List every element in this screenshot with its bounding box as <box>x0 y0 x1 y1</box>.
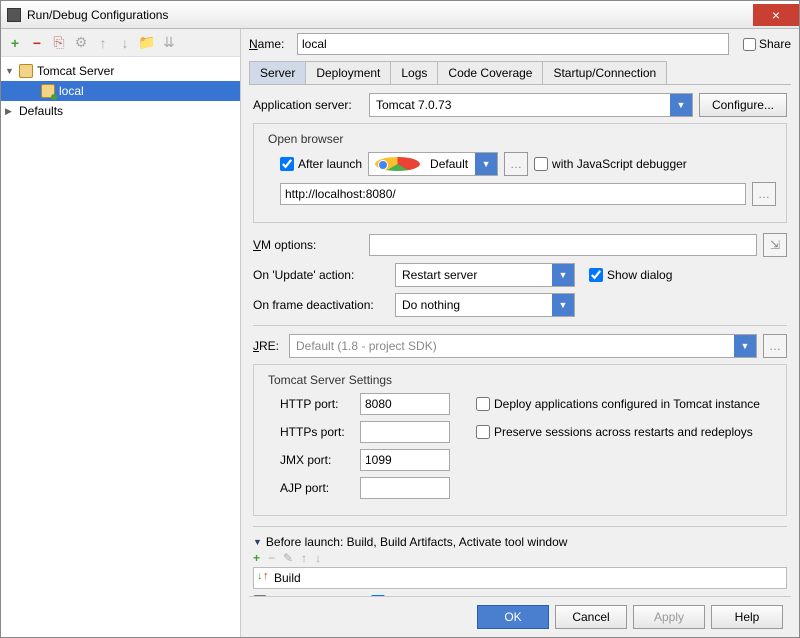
tab-code-coverage[interactable]: Code Coverage <box>437 61 543 84</box>
expand-button[interactable]: ⇲ <box>763 233 787 257</box>
chevron-down-icon[interactable]: ▼ <box>475 153 497 175</box>
dialog-footer: OK Cancel Apply Help <box>249 596 791 637</box>
on-update-select[interactable]: Restart server ▼ <box>395 263 575 287</box>
configure-button[interactable]: Configure... <box>699 93 787 117</box>
browse-button[interactable]: … <box>763 334 787 358</box>
ajp-port-label: AJP port: <box>280 481 354 495</box>
tree-label: Defaults <box>19 104 63 118</box>
copy-icon[interactable]: ⎘ <box>51 35 67 51</box>
on-frame-label: On frame deactivation: <box>253 298 389 312</box>
before-launch-header[interactable]: ▼ Before launch: Build, Build Artifacts,… <box>253 535 787 549</box>
add-icon[interactable]: + <box>7 35 23 51</box>
tab-logs[interactable]: Logs <box>390 61 438 84</box>
collapse-icon[interactable]: ⇊ <box>161 35 177 51</box>
js-debugger-checkbox[interactable]: with JavaScript debugger <box>534 157 687 171</box>
tab-server[interactable]: Server <box>249 61 306 84</box>
titlebar: Run/Debug Configurations × <box>1 1 799 29</box>
chevron-down-icon[interactable]: ▼ <box>5 66 15 76</box>
preserve-sessions-checkbox[interactable]: Preserve sessions across restarts and re… <box>476 425 753 439</box>
jmx-port-label: JMX port: <box>280 453 354 467</box>
after-launch-checkbox[interactable]: After launch <box>280 157 362 171</box>
tab-startup-connection[interactable]: Startup/Connection <box>542 61 667 84</box>
tomcat-local-icon <box>41 84 55 98</box>
vm-options-label: VM options: <box>253 238 363 252</box>
build-icon <box>258 572 270 584</box>
config-tree: ▼ Tomcat Server local ▶ Defaults <box>1 57 240 637</box>
share-checkbox[interactable]: Share <box>743 37 791 51</box>
chevron-down-icon[interactable]: ▼ <box>253 537 262 547</box>
before-launch-list-item[interactable]: Build <box>253 567 787 589</box>
chevron-down-icon[interactable]: ▼ <box>552 294 574 316</box>
show-dialog-checkbox[interactable]: Show dialog <box>589 268 672 282</box>
move-up-icon[interactable]: ↑ <box>95 35 111 51</box>
move-down-icon[interactable]: ↓ <box>315 551 321 565</box>
chevron-down-icon[interactable]: ▼ <box>734 335 756 357</box>
url-input[interactable] <box>280 183 746 205</box>
tree-label: local <box>59 84 84 98</box>
sidebar-toolbar: + − ⎘ ⚙ ↑ ↓ 📁 ⇊ <box>1 29 240 57</box>
folder-icon[interactable]: 📁 <box>139 35 155 51</box>
jmx-port-input[interactable] <box>360 449 450 471</box>
ok-button[interactable]: OK <box>477 605 549 629</box>
tree-label: Tomcat Server <box>37 64 114 78</box>
http-port-label: HTTP port: <box>280 397 354 411</box>
jre-select[interactable]: Default (1.8 - project SDK) ▼ <box>289 334 757 358</box>
https-port-label: HTTPs port: <box>280 425 354 439</box>
jre-label: JRE: <box>253 339 283 353</box>
tree-node-defaults[interactable]: ▶ Defaults <box>1 101 240 121</box>
browse-button[interactable]: … <box>504 152 528 176</box>
name-label: Name: <box>249 37 291 51</box>
edit-icon[interactable]: ✎ <box>283 551 293 565</box>
help-button[interactable]: Help <box>711 605 783 629</box>
chevron-down-icon[interactable]: ▼ <box>670 94 692 116</box>
tree-node-local[interactable]: local <box>1 81 240 101</box>
tomcat-settings-title: Tomcat Server Settings <box>264 373 396 387</box>
tab-bar: Server Deployment Logs Code Coverage Sta… <box>249 61 791 85</box>
app-server-label: Application server: <box>253 98 363 112</box>
open-browser-title: Open browser <box>264 132 347 146</box>
window-title: Run/Debug Configurations <box>27 8 168 22</box>
chrome-icon <box>375 157 420 171</box>
remove-icon[interactable]: − <box>268 551 275 565</box>
app-icon <box>7 8 21 22</box>
name-input[interactable] <box>297 33 729 55</box>
https-port-input[interactable] <box>360 421 450 443</box>
tomcat-icon <box>19 64 33 78</box>
on-update-label: On 'Update' action: <box>253 268 389 282</box>
http-port-input[interactable] <box>360 393 450 415</box>
chevron-right-icon[interactable]: ▶ <box>5 106 15 117</box>
chevron-down-icon[interactable]: ▼ <box>552 264 574 286</box>
move-up-icon[interactable]: ↑ <box>301 551 307 565</box>
browser-select[interactable]: Default ▼ <box>368 152 498 176</box>
vm-options-input[interactable] <box>369 234 757 256</box>
deploy-tomcat-checkbox[interactable]: Deploy applications configured in Tomcat… <box>476 397 760 411</box>
ajp-port-input[interactable] <box>360 477 450 499</box>
tree-node-tomcat-server[interactable]: ▼ Tomcat Server <box>1 61 240 81</box>
tab-deployment[interactable]: Deployment <box>305 61 391 84</box>
cancel-button[interactable]: Cancel <box>555 605 627 629</box>
move-down-icon[interactable]: ↓ <box>117 35 133 51</box>
app-server-select[interactable]: Tomcat 7.0.73 ▼ <box>369 93 693 117</box>
on-frame-select[interactable]: Do nothing ▼ <box>395 293 575 317</box>
browse-button[interactable]: … <box>752 182 776 206</box>
apply-button[interactable]: Apply <box>633 605 705 629</box>
settings-icon[interactable]: ⚙ <box>73 35 89 51</box>
remove-icon[interactable]: − <box>29 35 45 51</box>
close-button[interactable]: × <box>753 4 799 26</box>
add-icon[interactable]: + <box>253 551 260 565</box>
